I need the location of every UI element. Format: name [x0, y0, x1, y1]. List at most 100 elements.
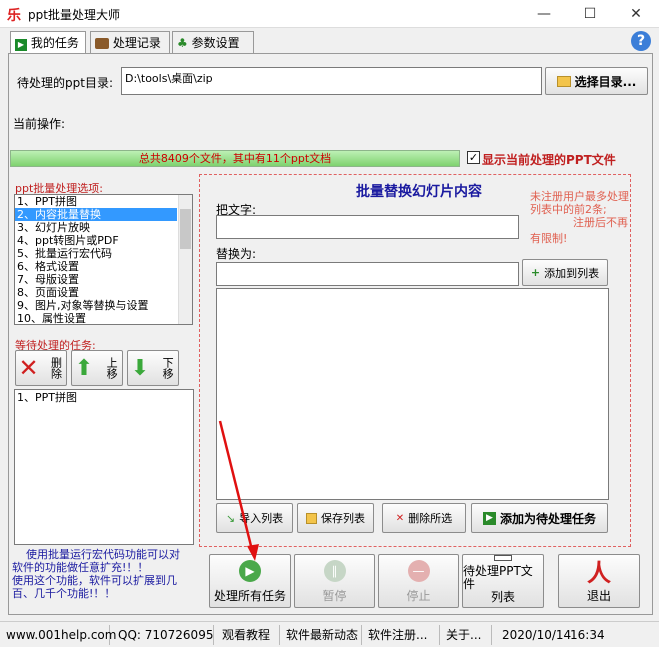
- list-item[interactable]: 2、内容批量替换: [15, 208, 177, 221]
- status-qq: QQ: 710726095: [114, 625, 214, 645]
- replace-rules-list[interactable]: [216, 288, 609, 500]
- choose-dir-label: 选择目录...: [574, 74, 637, 89]
- save-list-label: 保存列表: [321, 512, 365, 525]
- play-circle-icon: ▶: [239, 560, 261, 582]
- tab-history[interactable]: 处理记录: [90, 31, 170, 53]
- status-news[interactable]: 软件最新动态: [282, 625, 362, 645]
- dir-label: 待处理的ppt目录:: [17, 76, 113, 90]
- stop-circle-icon: —: [407, 560, 430, 582]
- choose-dir-button[interactable]: 选择目录...: [545, 67, 648, 95]
- move-down-button[interactable]: ⬇ 下移: [127, 350, 179, 386]
- help-icon[interactable]: ?: [631, 31, 651, 51]
- annotation-arrow: [218, 420, 259, 561]
- arrow-up-icon: ⬆: [74, 355, 94, 381]
- delete-x-icon: ✕: [18, 354, 39, 382]
- notice-line: 注册后不再: [573, 216, 628, 229]
- save-icon: [306, 512, 317, 524]
- play-icon: ▶: [15, 39, 27, 51]
- exit-button[interactable]: 人 退出: [558, 554, 640, 608]
- status-time: 16:34: [570, 628, 605, 642]
- title-bar: 乐 ppt批量处理大师 — ☐ ✕: [0, 0, 659, 28]
- replace-text-input[interactable]: [216, 262, 519, 286]
- list-item[interactable]: 4、ppt转图片或PDF: [15, 234, 177, 247]
- briefcase-icon: [95, 38, 109, 49]
- pause-button[interactable]: ∥ 暂停: [294, 554, 375, 608]
- to-label: 替换为:: [216, 247, 257, 261]
- up-label: 上移: [105, 357, 119, 379]
- dir-input[interactable]: D:\tools\桌面\zip: [121, 67, 542, 95]
- tab-label: 我的任务: [30, 36, 79, 50]
- list-item[interactable]: 5、批量运行宏代码: [15, 247, 177, 260]
- exit-label: 退出: [586, 589, 611, 603]
- add-task-label: 添加为待处理任务: [499, 511, 596, 526]
- tip-line: 百、几千个功能!！！: [12, 587, 116, 600]
- add-to-list-label: 添加到列表: [544, 266, 600, 280]
- status-bar: www.001help.com QQ: 710726095 观看教程 软件最新动…: [0, 621, 659, 647]
- file-list-label-2: 列表: [490, 590, 515, 604]
- list-item[interactable]: 10、属性设置: [15, 312, 177, 324]
- add-to-list-button[interactable]: + 添加到列表: [522, 259, 608, 286]
- status-register[interactable]: 软件注册...: [364, 625, 440, 645]
- register-notice: 未注册用户最多处理 列表中的前2条; 注册后不再 有限制!: [530, 190, 629, 245]
- window-title: ppt批量处理大师: [28, 8, 120, 22]
- list-item[interactable]: 1、PPT拼图: [15, 390, 193, 404]
- running-man-icon: 人: [587, 559, 611, 587]
- delete-selected-icon: ✕: [395, 512, 405, 524]
- tip-line: 软件的功能做任意扩充!！！: [12, 561, 149, 574]
- status-date: 2020/10/14: [502, 628, 572, 642]
- add-plus-icon: +: [530, 266, 541, 279]
- tree-icon: ♣: [177, 36, 188, 50]
- stop-button[interactable]: — 停止: [378, 554, 459, 608]
- pending-list[interactable]: 1、PPT拼图: [14, 389, 194, 545]
- save-list-button[interactable]: 保存列表: [297, 503, 374, 533]
- status-about[interactable]: 关于...: [442, 625, 492, 645]
- notice-line: 有限制!: [530, 232, 568, 245]
- document-icon: [494, 555, 512, 561]
- maximize-button[interactable]: ☐: [567, 0, 613, 28]
- replace-title: 批量替换幻灯片内容: [356, 184, 482, 200]
- list-item[interactable]: 8、页面设置: [15, 286, 177, 299]
- current-op-label: 当前操作:: [13, 117, 66, 131]
- add-task-icon: ▶: [482, 511, 496, 525]
- show-current-checkbox[interactable]: ✓: [467, 151, 480, 164]
- tab-label: 处理记录: [112, 36, 161, 50]
- minimize-button[interactable]: —: [521, 0, 567, 28]
- tip-line: 使用批量运行宏代码功能可以对: [26, 548, 180, 561]
- file-list-label-1: 待处理PPT文件: [463, 564, 533, 591]
- notice-line: 未注册用户最多处理: [530, 190, 629, 203]
- delete-selected-label: 删除所选: [408, 512, 453, 525]
- pause-label: 暂停: [322, 589, 347, 603]
- delete-label: 删除: [49, 357, 63, 379]
- pause-circle-icon: ∥: [323, 560, 346, 582]
- tip-line: 使用这个功能，软件可以扩展到几: [12, 574, 177, 587]
- list-item[interactable]: 6、格式设置: [15, 260, 177, 273]
- list-item[interactable]: 1、PPT拼图: [15, 195, 177, 208]
- tab-label: 参数设置: [191, 36, 240, 50]
- status-tutorial[interactable]: 观看教程: [218, 625, 280, 645]
- notice-line: 列表中的前2条;: [530, 203, 607, 216]
- tab-settings[interactable]: ♣ 参数设置: [172, 31, 254, 53]
- tip-text: 使用批量运行宏代码功能可以对 软件的功能做任意扩充!！！ 使用这个功能，软件可以…: [12, 548, 198, 600]
- add-task-button[interactable]: ▶ 添加为待处理任务: [471, 503, 608, 533]
- process-all-label: 处理所有任务: [213, 589, 286, 603]
- arrow-down-icon: ⬇: [130, 355, 150, 381]
- delete-task-button[interactable]: ✕ 删除: [15, 350, 67, 386]
- status-website[interactable]: www.001help.com: [2, 625, 116, 645]
- close-button[interactable]: ✕: [613, 0, 659, 28]
- progress-bar: 总共8409个文件，其中有11个ppt文档: [10, 150, 460, 167]
- tab-my-tasks[interactable]: ▶ 我的任务: [10, 31, 86, 54]
- list-item[interactable]: 7、母版设置: [15, 273, 177, 286]
- find-text-input[interactable]: [216, 215, 519, 239]
- list-item[interactable]: 3、幻灯片放映: [15, 221, 177, 234]
- list-item[interactable]: 9、图片,对象等替换与设置: [15, 299, 177, 312]
- stop-label: 停止: [406, 589, 431, 603]
- down-label: 下移: [161, 357, 175, 379]
- delete-selected-button[interactable]: ✕ 删除所选: [382, 503, 466, 533]
- folder-icon: [556, 75, 571, 87]
- app-logo-icon: 乐: [7, 8, 21, 24]
- options-scrollbar[interactable]: [178, 195, 192, 324]
- file-list-button[interactable]: 待处理PPT文件 列表: [462, 554, 544, 608]
- options-list[interactable]: 1、PPT拼图 2、内容批量替换 3、幻灯片放映 4、ppt转图片或PDF 5、批量运行…: [14, 194, 193, 325]
- move-up-button[interactable]: ⬆ 上移: [71, 350, 123, 386]
- progress-text: 总共8409个文件，其中有11个ppt文档: [138, 152, 332, 165]
